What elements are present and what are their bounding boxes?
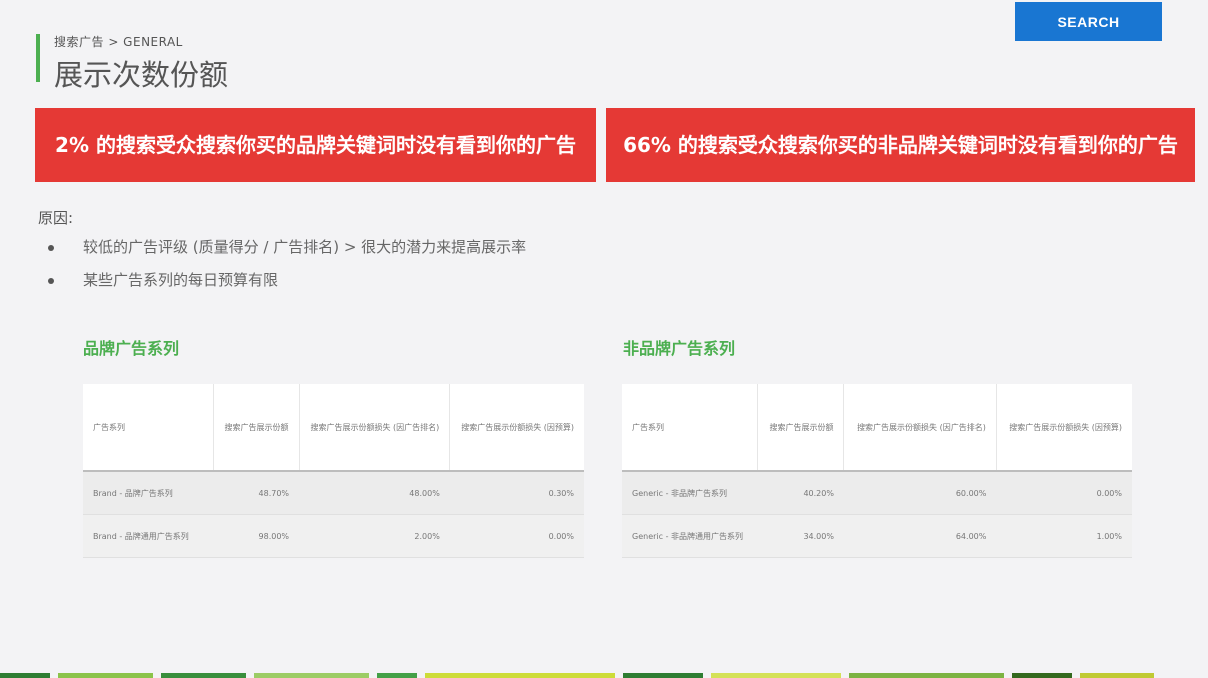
column-header: 搜索广告展示份额损失 (因广告排名) xyxy=(843,384,997,471)
table-cell: 0.00% xyxy=(449,514,584,558)
list-item: 某些广告系列的每日预算有限 xyxy=(48,269,526,302)
table-cell: Brand - 品牌通用广告系列 xyxy=(83,514,214,558)
column-header: 搜索广告展示份额 xyxy=(213,384,300,471)
footer-segment xyxy=(0,673,50,678)
table-cell: 0.30% xyxy=(449,471,584,515)
list-item: 较低的广告评级 (质量得分 / 广告排名) > 很大的潜力来提高展示率 xyxy=(48,236,526,269)
footer-gap xyxy=(369,673,377,678)
bullet-icon xyxy=(48,278,54,284)
footer-segment xyxy=(623,673,703,678)
column-header: 搜索广告展示份额 xyxy=(757,384,845,471)
table-header-row: 广告系列 搜索广告展示份额 搜索广告展示份额损失 (因广告排名) 搜索广告展示份… xyxy=(622,384,1132,471)
nonbrand-section-title: 非品牌广告系列 xyxy=(623,339,736,358)
table-row: Brand - 品牌广告系列 48.70% 48.00% 0.30% xyxy=(83,471,584,515)
nonbrand-banner: 66% 的搜索受众搜索你买的非品牌关键词时没有看到你的广告 xyxy=(606,108,1195,182)
footer-gap xyxy=(703,673,711,678)
reason-text: 较低的广告评级 (质量得分 / 广告排名) > 很大的潜力来提高展示率 xyxy=(83,238,527,256)
breadcrumb: 搜索广告 > GENERAL xyxy=(54,35,183,49)
footer-color-strip xyxy=(0,673,1208,678)
footer-gap xyxy=(246,673,254,678)
title-accent-bar xyxy=(36,34,40,82)
table-cell: 0.00% xyxy=(996,471,1132,515)
footer-segment xyxy=(377,673,417,678)
reason-text: 某些广告系列的每日预算有限 xyxy=(83,271,279,289)
column-header: 广告系列 xyxy=(622,384,758,471)
table-cell: Generic - 非品牌广告系列 xyxy=(622,471,758,515)
footer-segment xyxy=(58,673,153,678)
table-header-row: 广告系列 搜索广告展示份额 搜索广告展示份额损失 (因广告排名) 搜索广告展示份… xyxy=(83,384,584,471)
column-header: 广告系列 xyxy=(83,384,214,471)
table-cell: 48.00% xyxy=(299,471,450,515)
column-header: 搜索广告展示份额损失 (因预算) xyxy=(449,384,584,471)
footer-gap xyxy=(50,673,58,678)
table-cell: Generic - 非品牌通用广告系列 xyxy=(622,514,758,558)
table-cell: 2.00% xyxy=(299,514,450,558)
brand-banner: 2% 的搜索受众搜索你买的品牌关键词时没有看到你的广告 xyxy=(35,108,596,182)
page-title: 展示次数份额 xyxy=(54,58,229,92)
brand-section-title: 品牌广告系列 xyxy=(83,339,180,358)
table-row: Generic - 非品牌通用广告系列 34.00% 64.00% 1.00% xyxy=(622,514,1132,558)
nonbrand-table: 广告系列 搜索广告展示份额 搜索广告展示份额损失 (因广告排名) 搜索广告展示份… xyxy=(622,384,1132,558)
table-cell: 98.00% xyxy=(213,514,300,558)
column-header: 搜索广告展示份额损失 (因广告排名) xyxy=(299,384,451,471)
table-cell: 34.00% xyxy=(757,514,844,558)
table-cell: 48.70% xyxy=(213,471,300,515)
table-cell: 60.00% xyxy=(843,471,997,515)
search-button[interactable]: SEARCH xyxy=(1015,2,1162,41)
table-cell: 64.00% xyxy=(843,514,997,558)
footer-gap xyxy=(841,673,849,678)
footer-gap xyxy=(153,673,161,678)
footer-gap xyxy=(1072,673,1080,678)
table-cell: 40.20% xyxy=(757,471,844,515)
footer-segment xyxy=(1080,673,1154,678)
column-header: 搜索广告展示份额损失 (因预算) xyxy=(996,384,1132,471)
table-cell: Brand - 品牌广告系列 xyxy=(83,471,214,515)
brand-table: 广告系列 搜索广告展示份额 搜索广告展示份额损失 (因广告排名) 搜索广告展示份… xyxy=(83,384,584,558)
footer-segment xyxy=(254,673,369,678)
footer-segment xyxy=(849,673,1004,678)
table-cell: 1.00% xyxy=(996,514,1132,558)
reasons-list: 较低的广告评级 (质量得分 / 广告排名) > 很大的潜力来提高展示率 某些广告… xyxy=(48,236,526,302)
footer-segment xyxy=(1012,673,1072,678)
reasons-label: 原因: xyxy=(38,209,74,227)
bullet-icon xyxy=(48,245,54,251)
footer-segment xyxy=(161,673,246,678)
table-row: Brand - 品牌通用广告系列 98.00% 2.00% 0.00% xyxy=(83,514,584,558)
table-row: Generic - 非品牌广告系列 40.20% 60.00% 0.00% xyxy=(622,471,1132,515)
footer-segment xyxy=(711,673,841,678)
footer-segment xyxy=(425,673,615,678)
footer-gap xyxy=(615,673,623,678)
footer-gap xyxy=(417,673,425,678)
footer-gap xyxy=(1004,673,1012,678)
